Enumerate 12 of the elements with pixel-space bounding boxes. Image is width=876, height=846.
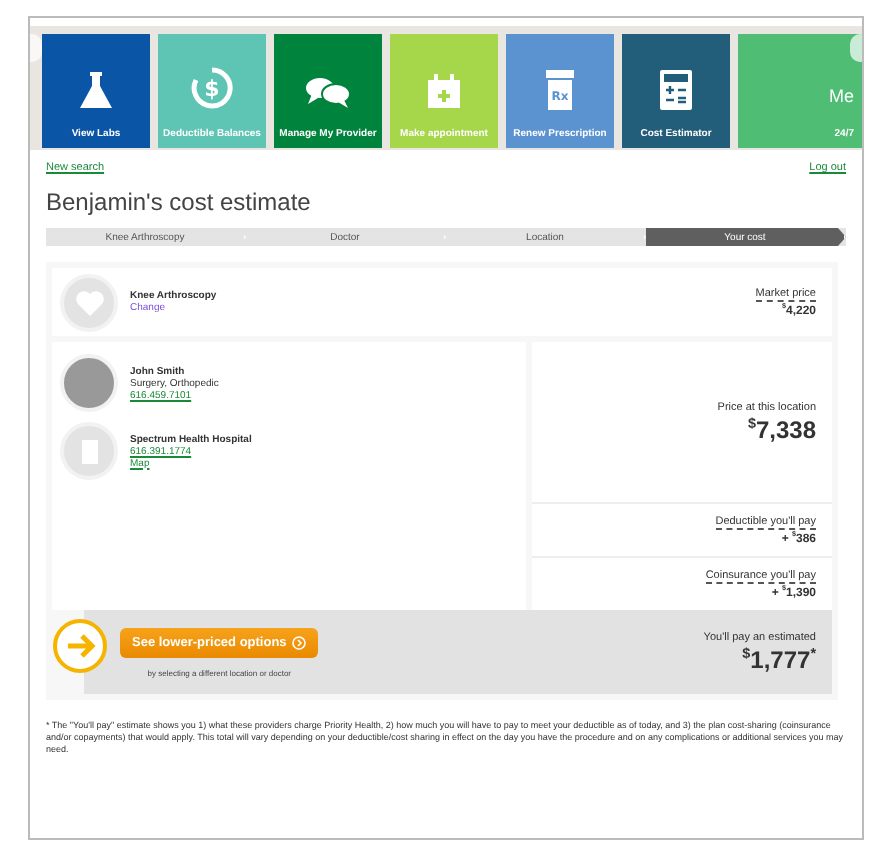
total-amount: $^{$}$1,777$^{*}$ [742,643,816,673]
arrow-circle-icon [52,618,108,674]
chevron-circle-icon [292,635,307,649]
chat-bubbles-icon [304,74,352,110]
building-avatar [60,422,118,480]
page-title: Benjamin's cost estimate [46,188,313,216]
person-photo-placeholder [60,354,118,412]
calendar-plus-icon [426,74,462,110]
calculator-icon [660,70,692,110]
location-price: $^{$}$7,338 [747,413,816,443]
flask-icon [78,70,114,110]
heart-avatar [60,273,118,331]
